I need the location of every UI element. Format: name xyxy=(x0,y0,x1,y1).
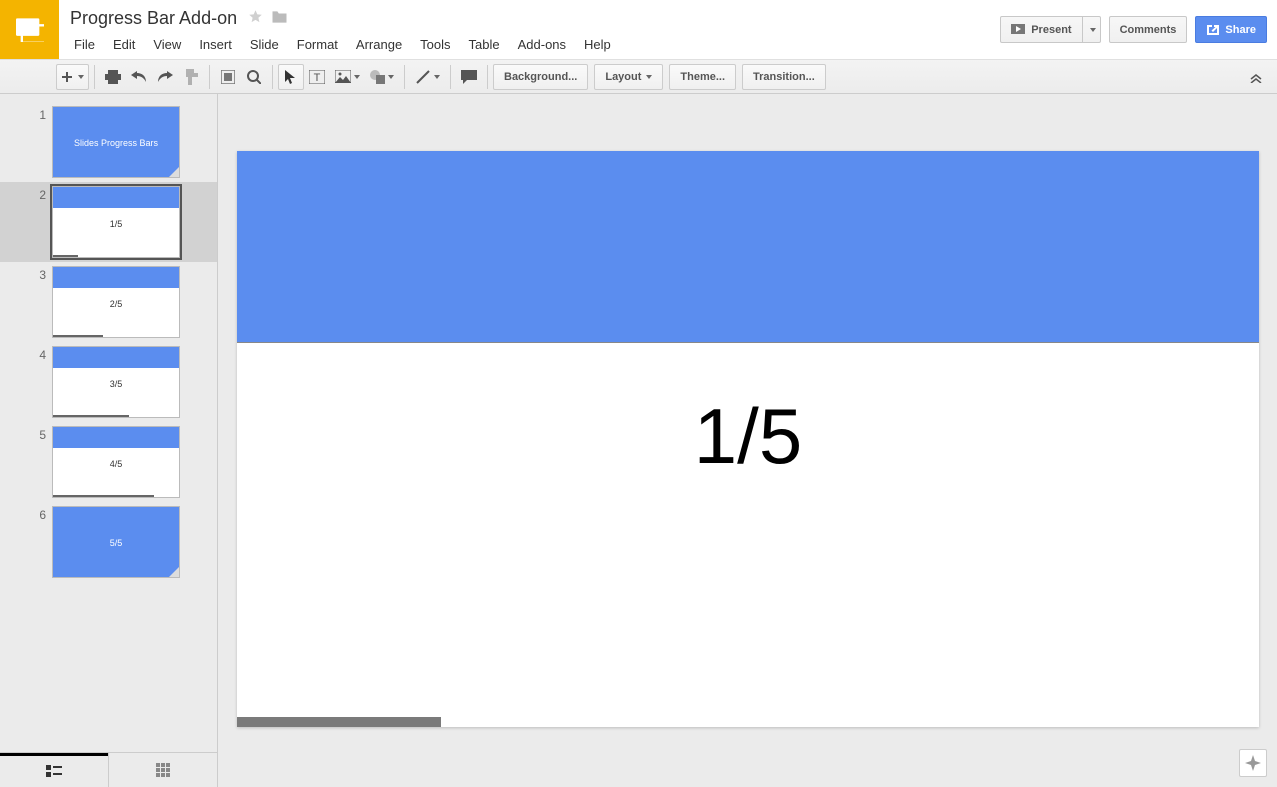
transition-button[interactable]: Transition... xyxy=(742,64,826,90)
layout-button[interactable]: Layout xyxy=(594,64,663,90)
grid-view-button[interactable] xyxy=(109,753,217,787)
menu-bar: File Edit View Insert Slide Format Arran… xyxy=(65,30,1000,58)
slide-number: 2 xyxy=(0,186,52,202)
doc-title[interactable]: Progress Bar Add-on xyxy=(65,6,242,31)
thumb-title: Slides Progress Bars xyxy=(53,138,179,148)
slide-header-band xyxy=(237,151,1259,343)
menu-insert[interactable]: Insert xyxy=(190,33,241,56)
share-button-label: Share xyxy=(1225,24,1256,36)
present-button-label: Present xyxy=(1031,24,1071,36)
chevron-down-icon xyxy=(646,75,652,79)
menu-tools[interactable]: Tools xyxy=(411,33,459,56)
slide-thumb[interactable]: 6 5/5 xyxy=(0,502,217,582)
collapse-toolbar-button[interactable] xyxy=(1243,64,1269,90)
header: Progress Bar Add-on File Edit View Inser… xyxy=(0,0,1277,59)
paint-format-button[interactable] xyxy=(178,64,204,90)
thumb-list: 1 Slides Progress Bars 2 1/5 3 2/5 4 3/5… xyxy=(0,94,217,752)
print-button[interactable] xyxy=(100,64,126,90)
menu-format[interactable]: Format xyxy=(288,33,347,56)
chevron-down-icon xyxy=(434,75,440,79)
present-dropdown[interactable] xyxy=(1083,16,1101,43)
theme-button-label: Theme... xyxy=(680,71,725,83)
chevron-down-icon xyxy=(78,75,84,79)
chevron-down-icon xyxy=(1090,28,1096,32)
comments-button[interactable]: Comments xyxy=(1109,16,1188,43)
slide-thumb[interactable]: 5 4/5 xyxy=(0,422,217,502)
slides-logo[interactable] xyxy=(0,0,59,59)
thumb-body: 5/5 xyxy=(53,538,179,548)
folder-icon[interactable] xyxy=(271,10,288,27)
slide-thumb[interactable]: 3 2/5 xyxy=(0,262,217,342)
progress-bar xyxy=(237,717,441,727)
menu-file[interactable]: File xyxy=(65,33,104,56)
slide-thumb[interactable]: 2 1/5 xyxy=(0,182,217,262)
chevron-down-icon xyxy=(388,75,394,79)
slide-number: 5 xyxy=(0,426,52,442)
current-slide[interactable]: 1/5 xyxy=(237,151,1259,727)
svg-text:T: T xyxy=(314,72,321,84)
star-icon[interactable] xyxy=(248,9,263,27)
menu-view[interactable]: View xyxy=(144,33,190,56)
toolbar: T Background... Layout Theme... Transiti… xyxy=(0,59,1277,94)
chevron-down-icon xyxy=(354,75,360,79)
slide-number: 1 xyxy=(0,106,52,122)
select-tool[interactable] xyxy=(278,64,304,90)
transition-button-label: Transition... xyxy=(753,71,815,83)
menu-help[interactable]: Help xyxy=(575,33,620,56)
thumb-body: 1/5 xyxy=(53,219,179,229)
new-slide-button[interactable] xyxy=(56,64,89,90)
explore-button[interactable] xyxy=(1239,749,1267,777)
zoom-button[interactable] xyxy=(241,64,267,90)
menu-edit[interactable]: Edit xyxy=(104,33,144,56)
line-tool[interactable] xyxy=(410,64,445,90)
background-button-label: Background... xyxy=(504,71,577,83)
sidebar-footer xyxy=(0,752,217,787)
slide-panel: 1 Slides Progress Bars 2 1/5 3 2/5 4 3/5… xyxy=(0,94,218,787)
thumb-body: 3/5 xyxy=(53,379,179,389)
redo-button[interactable] xyxy=(152,64,178,90)
slide-body-text: 1/5 xyxy=(237,391,1259,482)
shape-tool[interactable] xyxy=(365,64,399,90)
background-button[interactable]: Background... xyxy=(493,64,588,90)
thumb-body: 4/5 xyxy=(53,459,179,469)
undo-button[interactable] xyxy=(126,64,152,90)
fit-button[interactable] xyxy=(215,64,241,90)
filmstrip-view-button[interactable] xyxy=(0,753,108,787)
share-button[interactable]: Share xyxy=(1195,16,1267,43)
menu-slide[interactable]: Slide xyxy=(241,33,288,56)
slide-number: 3 xyxy=(0,266,52,282)
theme-button[interactable]: Theme... xyxy=(669,64,736,90)
menu-addons[interactable]: Add-ons xyxy=(509,33,575,56)
menu-arrange[interactable]: Arrange xyxy=(347,33,411,56)
image-tool[interactable] xyxy=(330,64,365,90)
slide-number: 6 xyxy=(0,506,52,522)
menu-table[interactable]: Table xyxy=(460,33,509,56)
slide-thumb[interactable]: 1 Slides Progress Bars xyxy=(0,102,217,182)
comment-tool[interactable] xyxy=(456,64,482,90)
slide-thumb[interactable]: 4 3/5 xyxy=(0,342,217,422)
canvas[interactable]: 1/5 xyxy=(218,94,1277,787)
textbox-tool[interactable]: T xyxy=(304,64,330,90)
thumb-body: 2/5 xyxy=(53,299,179,309)
comments-button-label: Comments xyxy=(1120,24,1177,36)
present-button[interactable]: Present xyxy=(1000,16,1082,43)
slide-number: 4 xyxy=(0,346,52,362)
layout-button-label: Layout xyxy=(605,71,641,83)
